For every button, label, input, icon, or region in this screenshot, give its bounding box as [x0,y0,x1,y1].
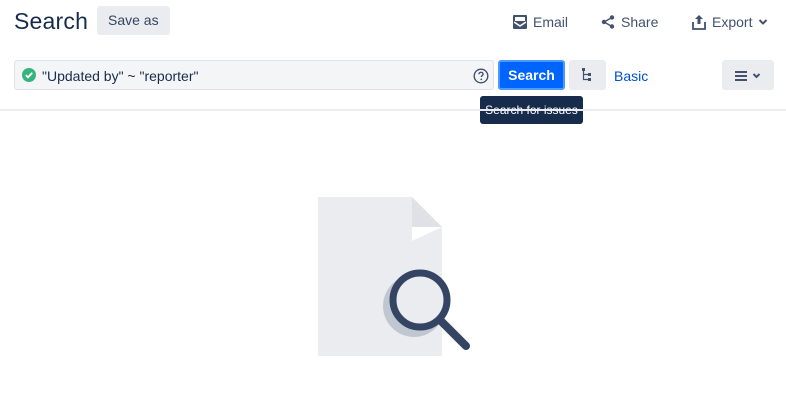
no-results-illustration [318,197,470,356]
save-as-button[interactable]: Save as [97,6,170,35]
share-button[interactable]: Share [600,11,658,33]
view-options-button[interactable] [722,60,774,90]
issue-search-page: Search Save as Email Share Export "Updat… [0,0,786,406]
list-menu-icon [735,71,761,81]
basic-search-link[interactable]: Basic [614,68,648,84]
check-circle-icon [22,68,36,87]
divider [0,109,786,111]
share-label: Share [621,14,659,30]
query-text: "Updated by" ~ "reporter" [42,68,199,84]
export-icon [691,14,707,30]
share-icon [600,14,616,30]
jql-query-input[interactable]: "Updated by" ~ "reporter" [14,60,494,90]
page-title: Search [14,8,89,34]
search-button[interactable]: Search [498,60,565,90]
export-dropdown[interactable]: Export [691,11,769,33]
question-circle-icon[interactable] [473,68,489,89]
structure-button[interactable] [569,60,606,90]
email-icon [512,14,528,30]
export-label: Export [712,14,753,30]
hierarchy-icon [582,68,591,81]
email-button[interactable]: Email [512,11,568,33]
email-label: Email [533,14,569,30]
chevron-down-icon [757,16,769,28]
